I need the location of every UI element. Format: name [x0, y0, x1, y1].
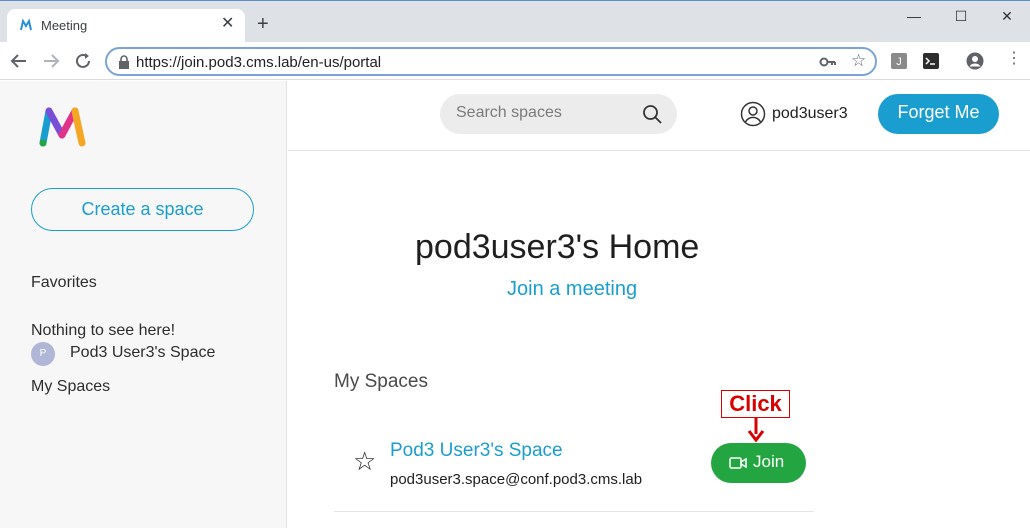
user-icon[interactable]	[740, 101, 766, 127]
video-camera-icon	[729, 457, 747, 469]
join-button-label: Join	[753, 452, 785, 471]
address-bar[interactable]: https://join.pod3.cms.lab/en-us/portal ☆	[105, 47, 877, 76]
back-icon[interactable]	[8, 50, 30, 72]
profile-icon[interactable]	[966, 52, 984, 70]
meeting-logo	[39, 107, 86, 147]
url-text: https://join.pod3.cms.lab/en-us/portal	[136, 54, 382, 71]
meeting-favicon-icon	[20, 18, 32, 31]
bookmark-star-icon[interactable]: ☆	[851, 51, 866, 71]
browser-tab[interactable]: Meeting ✕	[7, 9, 245, 43]
browser-menu-icon[interactable]: ⋮	[1006, 51, 1022, 67]
close-tab-icon[interactable]: ✕	[221, 16, 234, 32]
create-space-button[interactable]: Create a space	[31, 188, 254, 231]
space-name-link[interactable]: Pod3 User3's Space	[390, 440, 563, 462]
browser-toolbar: https://join.pod3.cms.lab/en-us/portal ☆…	[0, 42, 1030, 80]
main-header: Search spaces pod3user3 Forget Me	[288, 81, 1030, 151]
svg-text:J: J	[896, 56, 902, 68]
join-meeting-link[interactable]: Join a meeting	[507, 278, 637, 301]
forward-icon[interactable]	[40, 50, 62, 72]
extension-j-icon[interactable]: J	[890, 52, 908, 70]
search-icon[interactable]	[642, 104, 662, 124]
forget-me-button[interactable]: Forget Me	[878, 94, 999, 134]
avatar: P	[31, 342, 55, 366]
window-close-icon[interactable]: ✕	[992, 7, 1022, 27]
space-address: pod3user3.space@conf.pod3.cms.lab	[390, 471, 643, 488]
lock-icon	[119, 55, 129, 69]
sidebar: Create a space Favorites Nothing to see …	[0, 81, 287, 528]
username[interactable]: pod3user3	[772, 105, 848, 123]
terminal-extension-icon[interactable]	[922, 52, 940, 70]
my-spaces-section-heading: My Spaces	[334, 371, 428, 392]
search-placeholder: Search spaces	[456, 104, 562, 121]
list-divider	[334, 511, 814, 512]
new-tab-icon[interactable]: +	[257, 14, 269, 34]
favorite-star-icon[interactable]: ☆	[353, 448, 376, 474]
favorites-heading: Favorites	[31, 274, 97, 291]
my-spaces-heading: My Spaces	[31, 378, 111, 395]
key-icon[interactable]	[819, 55, 837, 69]
tab-title: Meeting	[41, 18, 88, 33]
reload-icon[interactable]	[72, 50, 94, 72]
annotation-arrow-icon	[747, 418, 765, 442]
search-input[interactable]: Search spaces	[440, 94, 677, 134]
sidebar-item-label: Pod3 User3's Space	[70, 344, 216, 361]
favorites-empty-text: Nothing to see here!	[31, 322, 176, 339]
page-title: pod3user3's Home	[415, 228, 700, 266]
minimize-icon[interactable]: —	[899, 7, 929, 27]
tab-strip: Meeting ✕ + — ☐ ✕	[0, 0, 1030, 43]
click-annotation: Click	[721, 390, 790, 418]
join-button[interactable]: Join	[711, 443, 806, 483]
maximize-icon[interactable]: ☐	[946, 7, 976, 27]
